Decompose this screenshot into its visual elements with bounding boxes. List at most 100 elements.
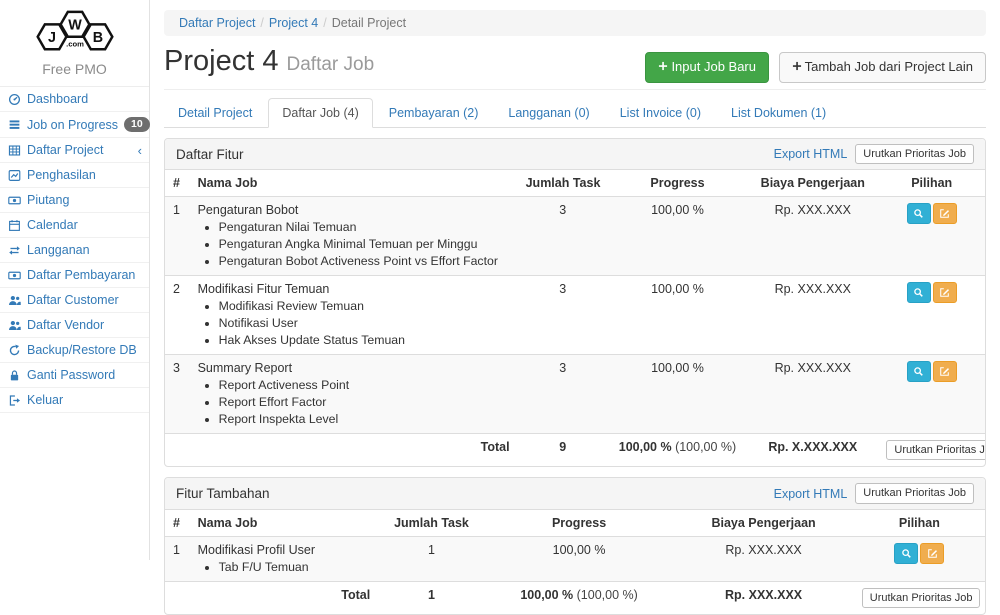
input-job-baru-button[interactable]: Input Job Baru	[645, 52, 769, 83]
tab-list-invoice-0[interactable]: List Invoice (0)	[606, 98, 715, 128]
money-icon	[8, 194, 21, 207]
column-header-biaya-pengerjaan: Biaya Pengerjaan	[747, 170, 878, 197]
breadcrumb-separator: /	[255, 16, 268, 30]
page-title-text: Project 4	[164, 45, 278, 77]
subtask-item: Tab F/U Temuan	[219, 560, 371, 575]
sidebar-item-penghasilan[interactable]: Penghasilan	[0, 163, 149, 188]
job-name: Summary Report	[198, 361, 510, 375]
sidebar-item-label: Dashboard	[27, 92, 88, 106]
sidebar-item-label: Keluar	[27, 393, 63, 407]
urutkan-prioritas-job-button[interactable]: Urutkan Prioritas Job	[862, 588, 981, 608]
plus-icon	[792, 61, 802, 71]
count-badge: 10	[124, 117, 150, 132]
urutkan-prioritas-job-button[interactable]: Urutkan Prioritas Job	[855, 483, 974, 503]
sidebar-item-ganti-password[interactable]: Ganti Password	[0, 363, 149, 388]
column-header-no: #	[165, 170, 190, 197]
tab-detail-project[interactable]: Detail Project	[164, 98, 266, 128]
column-header-no: #	[165, 510, 190, 537]
actions-cell	[878, 276, 985, 355]
sidebar-item-label: Penghasilan	[27, 168, 96, 182]
edit-icon	[939, 287, 950, 298]
urutkan-prioritas-job-button[interactable]: Urutkan Prioritas Job	[886, 440, 985, 460]
view-job-button[interactable]	[907, 282, 931, 303]
sidebar-item-label: Piutang	[27, 193, 69, 207]
sidebar-item-dashboard[interactable]: Dashboard	[0, 87, 149, 112]
breadcrumb-link-daftar-project[interactable]: Daftar Project	[179, 16, 255, 30]
panel-tools: Export HTML Urutkan Prioritas Job	[774, 483, 974, 503]
total-jumlah-task: 1	[378, 581, 485, 614]
sidebar-item-daftar-pembayaran[interactable]: Daftar Pembayaran	[0, 263, 149, 288]
sidebar-item-backup-restore-db[interactable]: Backup/Restore DB	[0, 338, 149, 363]
sidebar-item-label: Daftar Project	[27, 143, 103, 157]
sign-out-icon	[8, 394, 21, 407]
export-html-link[interactable]: Export HTML	[774, 147, 848, 161]
table-row: 2Modifikasi Fitur TemuanModifikasi Revie…	[165, 276, 985, 355]
tab-pembayaran-2[interactable]: Pembayaran (2)	[375, 98, 493, 128]
sidebar-item-calendar[interactable]: Calendar	[0, 213, 149, 238]
export-html-link[interactable]: Export HTML	[774, 487, 848, 501]
jwb-logo-icon: J W B .com	[31, 8, 119, 56]
sidebar-item-label: Ganti Password	[27, 368, 115, 382]
panel-tools: Export HTML Urutkan Prioritas Job	[774, 144, 974, 164]
subtask-item: Pengaturan Bobot Activeness Point vs Eff…	[219, 254, 510, 269]
edit-job-button[interactable]	[920, 543, 944, 564]
edit-icon	[939, 208, 950, 219]
edit-job-button[interactable]	[933, 203, 957, 224]
subtask-item: Report Activeness Point	[219, 378, 510, 393]
brand[interactable]: J W B .com Free PMO	[0, 0, 149, 77]
subtask-list: Pengaturan Nilai TemuanPengaturan Angka …	[198, 220, 510, 269]
sidebar-item-keluar[interactable]: Keluar	[0, 388, 149, 413]
total-label: Total	[190, 581, 379, 614]
view-job-button[interactable]	[907, 361, 931, 382]
edit-icon	[939, 366, 950, 377]
breadcrumb-link-project-4[interactable]: Project 4	[269, 16, 318, 30]
subtask-item: Notifikasi User	[219, 316, 510, 331]
sidebar-item-job-on-progress[interactable]: Job on Progress 10	[0, 112, 149, 138]
edit-job-button[interactable]	[933, 282, 957, 303]
sidebar-item-label: Daftar Customer	[27, 293, 119, 307]
sidebar-item-daftar-vendor[interactable]: Daftar Vendor	[0, 313, 149, 338]
subtask-item: Report Effort Factor	[219, 395, 510, 410]
urutkan-prioritas-job-button[interactable]: Urutkan Prioritas Job	[855, 144, 974, 164]
tab-list-dokumen-1[interactable]: List Dokumen (1)	[717, 98, 840, 128]
panel-fitur-tambahan: Fitur TambahanExport HTMLUrutkan Priorit…	[164, 477, 986, 615]
jumlah-task-cell: 1	[378, 536, 485, 581]
search-icon	[901, 548, 912, 559]
sidebar-item-daftar-customer[interactable]: Daftar Customer	[0, 288, 149, 313]
total-row: Total9100,00 % (100,00 %)Rp. X.XXX.XXXUr…	[165, 434, 985, 467]
job-cell: Pengaturan BobotPengaturan Nilai TemuanP…	[190, 197, 518, 276]
table-row: 1Pengaturan BobotPengaturan Nilai Temuan…	[165, 197, 985, 276]
sidebar-item-daftar-project[interactable]: Daftar Project‹	[0, 138, 149, 163]
logo-letter: W	[68, 18, 82, 34]
biaya-cell: Rp. XXX.XXX	[747, 276, 878, 355]
sidebar-item-langganan[interactable]: Langganan	[0, 238, 149, 263]
tambah-job-dari-project-lain-button[interactable]: Tambah Job dari Project Lain	[779, 52, 986, 83]
jumlah-task-cell: 3	[518, 276, 608, 355]
breadcrumb-current: Detail Project	[332, 16, 406, 30]
button-label: Tambah Job dari Project Lain	[805, 59, 973, 74]
total-biaya: Rp. X.XXX.XXX	[747, 434, 878, 467]
row-number: 3	[165, 355, 190, 434]
breadcrumb-separator: /	[318, 16, 331, 30]
lock-icon	[8, 369, 21, 382]
view-job-button[interactable]	[894, 543, 918, 564]
subtask-list: Tab F/U Temuan	[198, 560, 371, 575]
main-content: Daftar Project/Project 4/Detail Project …	[150, 0, 1000, 560]
sidebar-item-label: Calendar	[27, 218, 78, 232]
total-progress: 100,00 % (100,00 %)	[485, 581, 674, 614]
search-icon	[913, 208, 924, 219]
subtask-item: Modifikasi Review Temuan	[219, 299, 510, 314]
sidebar-item-piutang[interactable]: Piutang	[0, 188, 149, 213]
sidebar-item-label: Daftar Vendor	[27, 318, 104, 332]
total-label: Total	[190, 434, 518, 467]
sidebar-item-label: Job on Progress	[27, 118, 118, 132]
tab-langganan-0[interactable]: Langganan (0)	[494, 98, 603, 128]
view-job-button[interactable]	[907, 203, 931, 224]
logo-letter: J	[48, 30, 56, 46]
total-jumlah-task: 9	[518, 434, 608, 467]
edit-icon	[927, 548, 938, 559]
tab-daftar-job-4[interactable]: Daftar Job (4)	[268, 98, 372, 128]
edit-job-button[interactable]	[933, 361, 957, 382]
job-cell: Modifikasi Profil UserTab F/U Temuan	[190, 536, 379, 581]
breadcrumb: Daftar Project/Project 4/Detail Project	[164, 10, 986, 36]
